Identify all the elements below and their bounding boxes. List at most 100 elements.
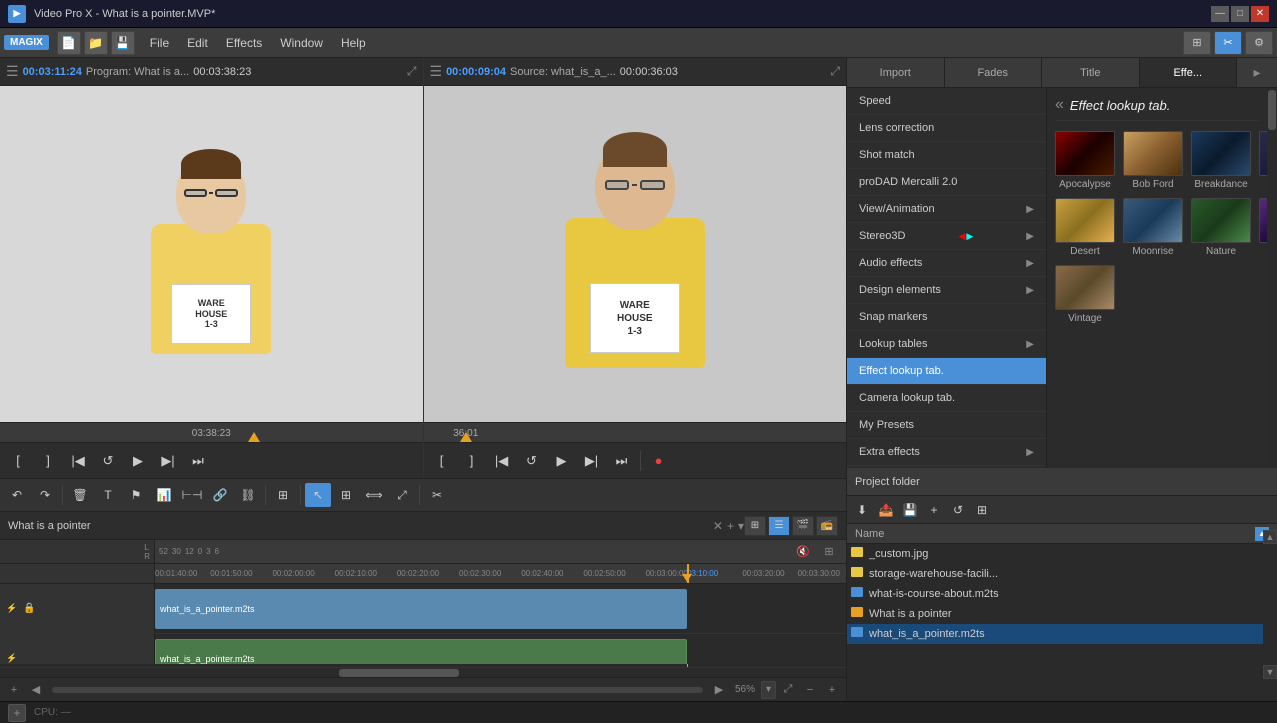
zoom-plus-button[interactable]: + bbox=[822, 681, 842, 699]
import-button[interactable]: ⬇ bbox=[851, 500, 873, 520]
prodad-item[interactable]: proDAD Mercalli 2.0 bbox=[847, 169, 1046, 196]
left-goto-out[interactable]: ⏭ bbox=[184, 448, 212, 474]
fades-tab[interactable]: Fades bbox=[945, 58, 1043, 87]
view-btn-film[interactable]: 🎬 bbox=[792, 516, 814, 536]
lens-correction-item[interactable]: Lens correction bbox=[847, 115, 1046, 142]
select-tool[interactable]: ↖ bbox=[305, 483, 331, 507]
delete-button[interactable]: 🗑 bbox=[67, 483, 93, 507]
zoom-minus-button[interactable]: − bbox=[800, 681, 820, 699]
view-btn-list[interactable]: ☰ bbox=[768, 516, 790, 536]
right-preview-timeline[interactable]: 36:01 bbox=[424, 422, 847, 442]
left-play[interactable]: ▶ bbox=[124, 448, 152, 474]
design-elements-item[interactable]: Design elements ▶ bbox=[847, 277, 1046, 304]
timeline-scrollbar[interactable] bbox=[0, 667, 846, 677]
minimize-button[interactable]: — bbox=[1211, 6, 1229, 22]
add-track-button[interactable]: ⊞ bbox=[270, 483, 296, 507]
link-button[interactable]: 🔗 bbox=[207, 483, 233, 507]
close-button[interactable]: ✕ bbox=[1251, 6, 1269, 22]
new-folder-button[interactable]: + bbox=[923, 500, 945, 520]
file-menu[interactable]: File bbox=[142, 32, 177, 54]
scroll-thumb[interactable] bbox=[339, 669, 459, 677]
import-tab[interactable]: Import bbox=[847, 58, 945, 87]
right-next[interactable]: ▶| bbox=[578, 448, 606, 474]
effect-item-vintage[interactable]: Vintage bbox=[1055, 265, 1115, 324]
effect-back-button[interactable]: « bbox=[1055, 96, 1064, 114]
add-track-status-button[interactable]: + bbox=[8, 704, 26, 722]
add-track-bottom-button[interactable]: + bbox=[4, 681, 24, 699]
top-btn-1[interactable]: ⊞ bbox=[1183, 31, 1211, 55]
track-content-1[interactable]: what_is_a_pointer.m2ts bbox=[155, 584, 846, 633]
left-preview-expand-icon[interactable]: ⤢ bbox=[407, 64, 417, 79]
track-clip-2[interactable]: what_is_a_pointer.m2ts bbox=[155, 639, 687, 664]
track-content-2[interactable]: what_is_a_pointer.m2ts bbox=[155, 634, 846, 664]
right-preview-expand-icon[interactable]: ⤢ bbox=[830, 64, 840, 79]
maximize-button[interactable]: □ bbox=[1231, 6, 1249, 22]
shot-match-item[interactable]: Shot match bbox=[847, 142, 1046, 169]
new-file-button[interactable]: 📄 bbox=[57, 31, 81, 55]
scroll-left-button[interactable]: ◀ bbox=[26, 681, 46, 699]
right-mark-out[interactable]: ] bbox=[458, 448, 486, 474]
effect-item-breakdance[interactable]: Breakdance bbox=[1191, 131, 1251, 190]
text-button[interactable]: T bbox=[95, 483, 121, 507]
audio-settings-button[interactable]: ⊞ bbox=[816, 540, 842, 564]
track-clip-1[interactable]: what_is_a_pointer.m2ts bbox=[155, 589, 687, 629]
left-preview-menu-icon[interactable]: ☰ bbox=[6, 63, 19, 80]
file-item-1[interactable]: storage-warehouse-facili... bbox=[847, 564, 1277, 584]
effect-tab[interactable]: Effe... bbox=[1140, 58, 1238, 87]
camera-lookup-tab-item[interactable]: Camera lookup tab. bbox=[847, 385, 1046, 412]
right-goto-in[interactable]: |◀ bbox=[488, 448, 516, 474]
scroll-right-button[interactable]: ▶ bbox=[709, 681, 729, 699]
timeline-scroll-slider[interactable] bbox=[52, 687, 703, 693]
more-tabs-button[interactable]: ▸ bbox=[1237, 58, 1277, 87]
audio-effects-item[interactable]: Audio effects ▶ bbox=[847, 250, 1046, 277]
title-tab[interactable]: Title bbox=[1042, 58, 1140, 87]
scroll-up-button[interactable]: ▲ bbox=[1263, 530, 1277, 544]
refresh-button[interactable]: ↺ bbox=[947, 500, 969, 520]
open-button[interactable]: 📁 bbox=[84, 31, 108, 55]
left-loop[interactable]: ↺ bbox=[94, 448, 122, 474]
help-menu[interactable]: Help bbox=[333, 32, 374, 54]
top-btn-3[interactable]: ⚙ bbox=[1245, 31, 1273, 55]
roll-tool[interactable]: ⤢ bbox=[389, 483, 415, 507]
slip-tool[interactable]: ⟺ bbox=[361, 483, 387, 507]
view-btn-audio[interactable]: 📻 bbox=[816, 516, 838, 536]
right-mark-in[interactable]: [ bbox=[428, 448, 456, 474]
save-proj-button[interactable]: 💾 bbox=[899, 500, 921, 520]
extra-effects-item[interactable]: Extra effects ▶ bbox=[847, 439, 1046, 466]
view-btn-grid[interactable]: ⊞ bbox=[744, 516, 766, 536]
stereo3d-item[interactable]: Stereo3D ◀▶ ▶ bbox=[847, 223, 1046, 250]
mute-button[interactable]: 🔇 bbox=[790, 540, 816, 564]
effects-scroll-thumb[interactable] bbox=[1268, 90, 1276, 130]
window-menu[interactable]: Window bbox=[272, 32, 331, 54]
right-loop[interactable]: ↺ bbox=[518, 448, 546, 474]
lookup-tables-item[interactable]: Lookup tables ▶ bbox=[847, 331, 1046, 358]
zoom-out-button[interactable]: ▾ bbox=[761, 681, 776, 699]
effects-scrollbar[interactable] bbox=[1267, 88, 1277, 468]
right-goto-out[interactable]: ⏭ bbox=[608, 448, 636, 474]
effect-item-apocalypse[interactable]: Apocalypse bbox=[1055, 131, 1115, 190]
left-mark-in[interactable]: [ bbox=[4, 448, 32, 474]
view-animation-item[interactable]: View/Animation ▶ bbox=[847, 196, 1046, 223]
top-btn-2[interactable]: ✂ bbox=[1214, 31, 1242, 55]
right-preview-menu-icon[interactable]: ☰ bbox=[430, 63, 443, 80]
effect-item-nature[interactable]: Nature bbox=[1191, 198, 1251, 257]
redo-button[interactable]: ↷ bbox=[32, 483, 58, 507]
left-goto-in[interactable]: |◀ bbox=[64, 448, 92, 474]
left-mark-out[interactable]: ] bbox=[34, 448, 62, 474]
effect-item-desert[interactable]: Desert bbox=[1055, 198, 1115, 257]
export-button[interactable]: 📤 bbox=[875, 500, 897, 520]
effect-item-moonrise[interactable]: Moonrise bbox=[1123, 198, 1183, 257]
speed-item[interactable]: Speed bbox=[847, 88, 1046, 115]
track-lock-icon-1[interactable]: 🔒 bbox=[23, 603, 35, 614]
save-button[interactable]: 💾 bbox=[111, 31, 135, 55]
right-play[interactable]: ▶ bbox=[548, 448, 576, 474]
track-add-button[interactable]: + bbox=[727, 519, 734, 533]
right-record-button[interactable]: ● bbox=[645, 448, 673, 474]
scroll-down-button[interactable]: ▼ bbox=[1263, 665, 1277, 679]
file-item-4[interactable]: what_is_a_pointer.m2ts bbox=[847, 624, 1277, 644]
effect-item-bobford[interactable]: Bob Ford bbox=[1123, 131, 1183, 190]
undo-button[interactable]: ↶ bbox=[4, 483, 30, 507]
my-presets-item[interactable]: My Presets bbox=[847, 412, 1046, 439]
effect-lookup-tab-item[interactable]: Effect lookup tab. bbox=[847, 358, 1046, 385]
marker-button[interactable]: ⚑ bbox=[123, 483, 149, 507]
